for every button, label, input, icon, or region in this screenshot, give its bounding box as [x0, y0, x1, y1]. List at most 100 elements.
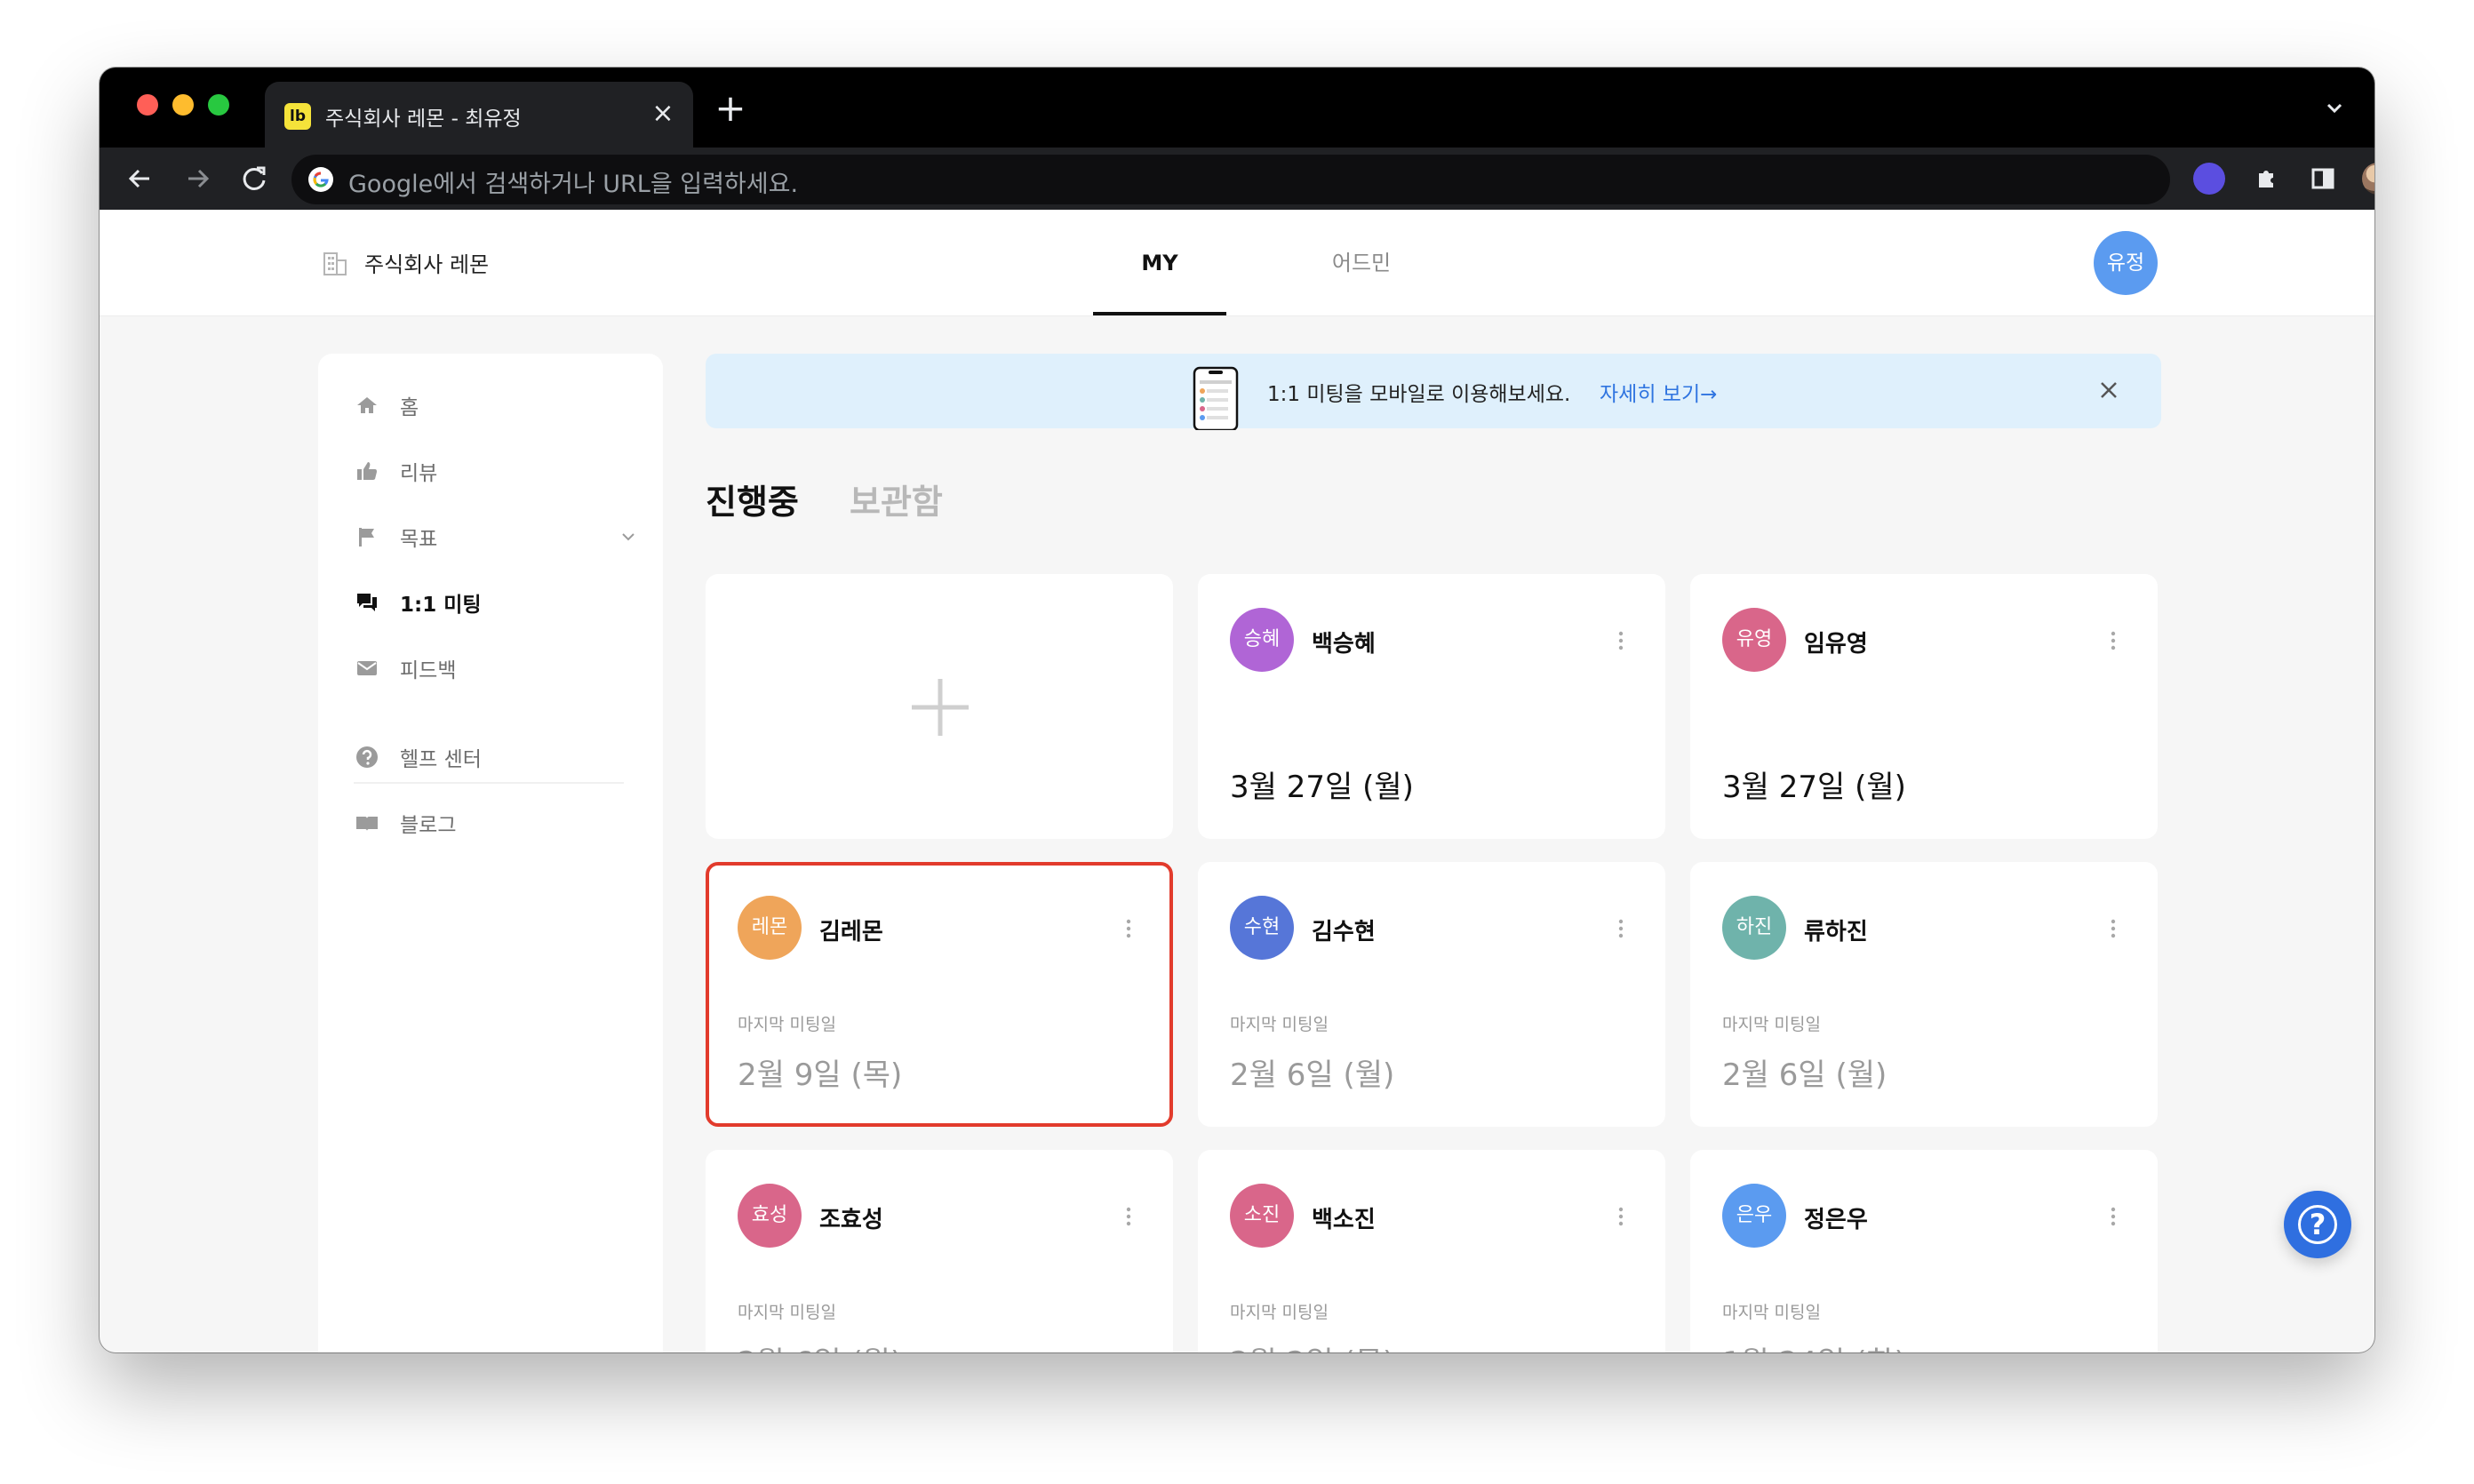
- last-meeting-label: 마지막 미팅일: [1722, 1015, 1821, 1034]
- meeting-card[interactable]: 승혜 백승혜 3월 27일 (월): [1198, 574, 1665, 839]
- sidebar-item-goals[interactable]: 목표: [354, 517, 638, 556]
- banner-message: 1:1 미팅을 모바일로 이용해보세요.: [1267, 383, 1571, 406]
- tab-search-chevron-icon[interactable]: [2321, 94, 2348, 121]
- nav-tab-my[interactable]: MY: [1093, 210, 1226, 316]
- member-avatar: 하진: [1722, 896, 1786, 960]
- last-meeting-label: 마지막 미팅일: [1722, 1303, 1821, 1322]
- address-placeholder: Google에서 검색하거나 URL을 입력하세요.: [348, 171, 799, 198]
- last-meeting-date: 2월 6일 (월): [1230, 1057, 1395, 1093]
- last-meeting-label: 마지막 미팅일: [1230, 1015, 1329, 1034]
- member-name: 임유영: [1804, 631, 1868, 658]
- phone-illustration-icon: [1193, 366, 1239, 430]
- new-tab-button[interactable]: +: [713, 90, 748, 127]
- nav-tab-admin[interactable]: 어드민: [1308, 210, 1415, 316]
- chevron-down-icon[interactable]: [618, 530, 638, 544]
- meeting-card[interactable]: 소진 백소진 마지막 미팅일 2월 2일 (목): [1198, 1150, 1665, 1352]
- more-vertical-icon[interactable]: [1123, 1203, 1134, 1230]
- more-vertical-icon[interactable]: [2108, 627, 2119, 654]
- last-meeting-date: 1월 24일 (화): [1722, 1338, 1906, 1352]
- sidebar-item-label: 리뷰: [400, 462, 438, 485]
- plus-icon: [912, 679, 969, 736]
- close-icon[interactable]: [2094, 375, 2124, 405]
- meeting-card[interactable]: 은우 정은우 마지막 미팅일 1월 24일 (화): [1690, 1150, 2158, 1352]
- mobile-app-banner: 1:1 미팅을 모바일로 이용해보세요. 자세히 보기→: [706, 354, 2161, 430]
- nav-tab-active-indicator: [1093, 312, 1226, 315]
- member-avatar: 은우: [1722, 1184, 1786, 1248]
- sidebar-divider: [354, 782, 624, 784]
- help-circle-icon: [356, 746, 378, 768]
- back-icon[interactable]: [121, 159, 160, 198]
- last-meeting-label: 마지막 미팅일: [738, 1303, 836, 1322]
- member-avatar: 유영: [1722, 608, 1786, 672]
- home-icon: [357, 397, 377, 413]
- company-switcher[interactable]: 주식회사 레몬: [320, 247, 489, 278]
- tab-in-progress[interactable]: 진행중: [706, 475, 799, 523]
- member-name: 백소진: [1312, 1207, 1376, 1233]
- meeting-date: 3월 27일 (월): [1230, 770, 1414, 805]
- last-meeting-date: 2월 6일 (월): [738, 1338, 902, 1352]
- sidebar-item-help-center[interactable]: 헬프 센터: [354, 738, 482, 777]
- sidebar-item-review[interactable]: 리뷰: [354, 451, 437, 491]
- tab-strip: lb 주식회사 레몬 - 최유정 × +: [100, 68, 2374, 148]
- user-avatar[interactable]: 유정: [2094, 231, 2158, 295]
- more-vertical-icon[interactable]: [2108, 1203, 2119, 1230]
- company-name: 주식회사 레몬: [364, 252, 490, 277]
- puzzle-icon[interactable]: [2250, 163, 2282, 195]
- side-panel-icon[interactable]: [2307, 163, 2339, 195]
- add-meeting-card[interactable]: [706, 574, 1173, 839]
- close-window-button[interactable]: [137, 94, 158, 116]
- sidebar-item-feedback[interactable]: 피드백: [354, 649, 456, 688]
- sidebar-item-label: 홈: [400, 396, 419, 419]
- thumbs-up-icon: [357, 462, 377, 480]
- flag-icon: [359, 528, 374, 547]
- more-vertical-icon[interactable]: [2108, 915, 2119, 942]
- address-bar[interactable]: Google에서 검색하거나 URL을 입력하세요.: [291, 155, 2170, 204]
- sidebar-item-label: 1:1 미팅: [400, 594, 482, 617]
- meeting-date: 3월 27일 (월): [1722, 770, 1906, 805]
- maximize-window-button[interactable]: [208, 94, 229, 116]
- extension-icon[interactable]: [2193, 163, 2225, 195]
- sidebar-item-home[interactable]: 홈: [354, 386, 419, 425]
- banner-learn-more-link[interactable]: 자세히 보기→: [1600, 377, 1717, 407]
- member-avatar: 효성: [738, 1184, 802, 1248]
- google-icon: [308, 167, 333, 192]
- sidebar-item-label: 피드백: [400, 659, 457, 682]
- member-name: 김수현: [1312, 919, 1376, 945]
- sidebar-item-label: 헬프 센터: [400, 748, 482, 771]
- tab-archive[interactable]: 보관함: [850, 475, 943, 523]
- tab-close-icon[interactable]: ×: [647, 98, 679, 130]
- last-meeting-label: 마지막 미팅일: [1230, 1303, 1329, 1322]
- member-avatar: 수현: [1230, 896, 1294, 960]
- meeting-card-highlighted[interactable]: 레몬 김레몬 마지막 미팅일 2월 9일 (목): [706, 862, 1173, 1127]
- browser-toolbar: Google에서 검색하거나 URL을 입력하세요.: [100, 148, 2374, 210]
- reload-icon[interactable]: [235, 159, 274, 198]
- sidebar-item-one-on-one[interactable]: 1:1 미팅: [354, 583, 482, 622]
- tab-title: 주식회사 레몬 - 최유정: [325, 108, 522, 131]
- profile-avatar[interactable]: [2362, 163, 2374, 195]
- sidebar-item-label: 블로그: [400, 814, 457, 837]
- last-meeting-date: 2월 6일 (월): [1722, 1057, 1887, 1093]
- member-name: 류하진: [1804, 919, 1868, 945]
- member-name: 조효성: [819, 1207, 883, 1233]
- minimize-window-button[interactable]: [172, 94, 194, 116]
- more-vertical-icon[interactable]: [1616, 627, 1626, 654]
- meeting-card[interactable]: 수현 김수현 마지막 미팅일 2월 6일 (월): [1198, 862, 1665, 1127]
- last-meeting-date: 2월 9일 (목): [738, 1057, 903, 1093]
- help-button[interactable]: ?: [2284, 1191, 2351, 1258]
- more-vertical-icon[interactable]: [1616, 915, 1626, 942]
- more-vertical-icon[interactable]: [1616, 1203, 1626, 1230]
- member-avatar: 승혜: [1230, 608, 1294, 672]
- member-name: 정은우: [1804, 1207, 1868, 1233]
- sidebar-item-blog[interactable]: 블로그: [354, 803, 456, 842]
- forward-icon[interactable]: [178, 159, 217, 198]
- meeting-card[interactable]: 유영 임유영 3월 27일 (월): [1690, 574, 2158, 839]
- meeting-card[interactable]: 효성 조효성 마지막 미팅일 2월 6일 (월): [706, 1150, 1173, 1352]
- meeting-card[interactable]: 하진 류하진 마지막 미팅일 2월 6일 (월): [1690, 862, 2158, 1127]
- browser-tab[interactable]: lb 주식회사 레몬 - 최유정 ×: [265, 82, 693, 148]
- sidebar-item-label: 목표: [400, 528, 438, 551]
- last-meeting-date: 2월 2일 (목): [1230, 1338, 1394, 1352]
- more-vertical-icon[interactable]: [1123, 915, 1134, 942]
- member-name: 백승혜: [1312, 631, 1376, 658]
- browser-window: lb 주식회사 레몬 - 최유정 × + Google에서 검색하거나 URL을…: [100, 68, 2374, 1352]
- mail-icon: [357, 661, 377, 675]
